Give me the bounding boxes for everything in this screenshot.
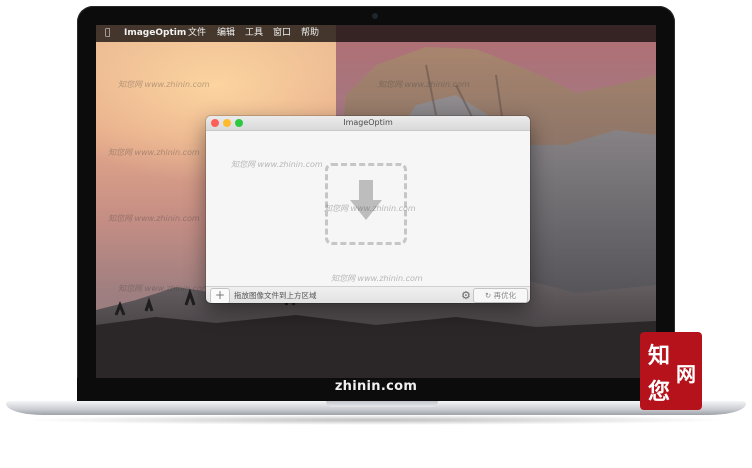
watermark: 知您网 www.zhinin.com <box>231 160 323 169</box>
download-arrow-icon <box>350 180 382 220</box>
title-bar[interactable]: ImageOptim <box>206 116 530 131</box>
reoptimize-button[interactable]: ↻ 再优化 <box>473 288 528 303</box>
bottom-toolbar: + 拖放图像文件到上方区域 ⚙ ↻ 再优化 <box>206 286 530 303</box>
apple-menu-icon[interactable]:  <box>105 25 110 42</box>
macbook-mockup:  ImageOptim 文件 编辑 工具 窗口 帮助 知您网 www.zhin… <box>0 0 752 468</box>
drop-zone[interactable] <box>325 163 407 245</box>
menu-file[interactable]: 文件 <box>188 25 206 42</box>
imageoptim-window: ImageOptim 知您网 www.zhinin.com 知您网 www.zh… <box>206 116 530 303</box>
site-logo: 知 您 网 <box>640 332 702 410</box>
lid-notch <box>326 401 438 407</box>
add-files-button[interactable]: + <box>210 288 230 303</box>
window-title: ImageOptim <box>343 118 393 127</box>
camera <box>372 13 378 19</box>
logo-char: 网 <box>676 362 696 386</box>
logo-char: 您 <box>648 379 671 405</box>
menu-bar:  ImageOptim 文件 编辑 工具 窗口 帮助 <box>96 25 656 42</box>
desktop:  ImageOptim 文件 编辑 工具 窗口 帮助 知您网 www.zhin… <box>96 25 656 378</box>
reoptimize-label: 再优化 <box>493 291 517 300</box>
menu-edit[interactable]: 编辑 <box>217 25 235 42</box>
gear-icon[interactable]: ⚙ <box>461 288 471 303</box>
menu-app-name[interactable]: ImageOptim <box>124 25 186 42</box>
drop-hint: 拖放图像文件到上方区域 <box>234 291 317 300</box>
laptop-base <box>6 401 746 415</box>
menu-window[interactable]: 窗口 <box>273 25 291 42</box>
menu-tools[interactable]: 工具 <box>245 25 263 42</box>
drop-area[interactable]: 知您网 www.zhinin.com 知您网 www.zhinin.com 知您… <box>206 131 530 286</box>
watermark: 知您网 www.zhinin.com <box>331 274 423 283</box>
logo-char: 知 <box>648 343 671 369</box>
refresh-icon: ↻ <box>484 291 492 300</box>
menu-help[interactable]: 帮助 <box>301 25 319 42</box>
